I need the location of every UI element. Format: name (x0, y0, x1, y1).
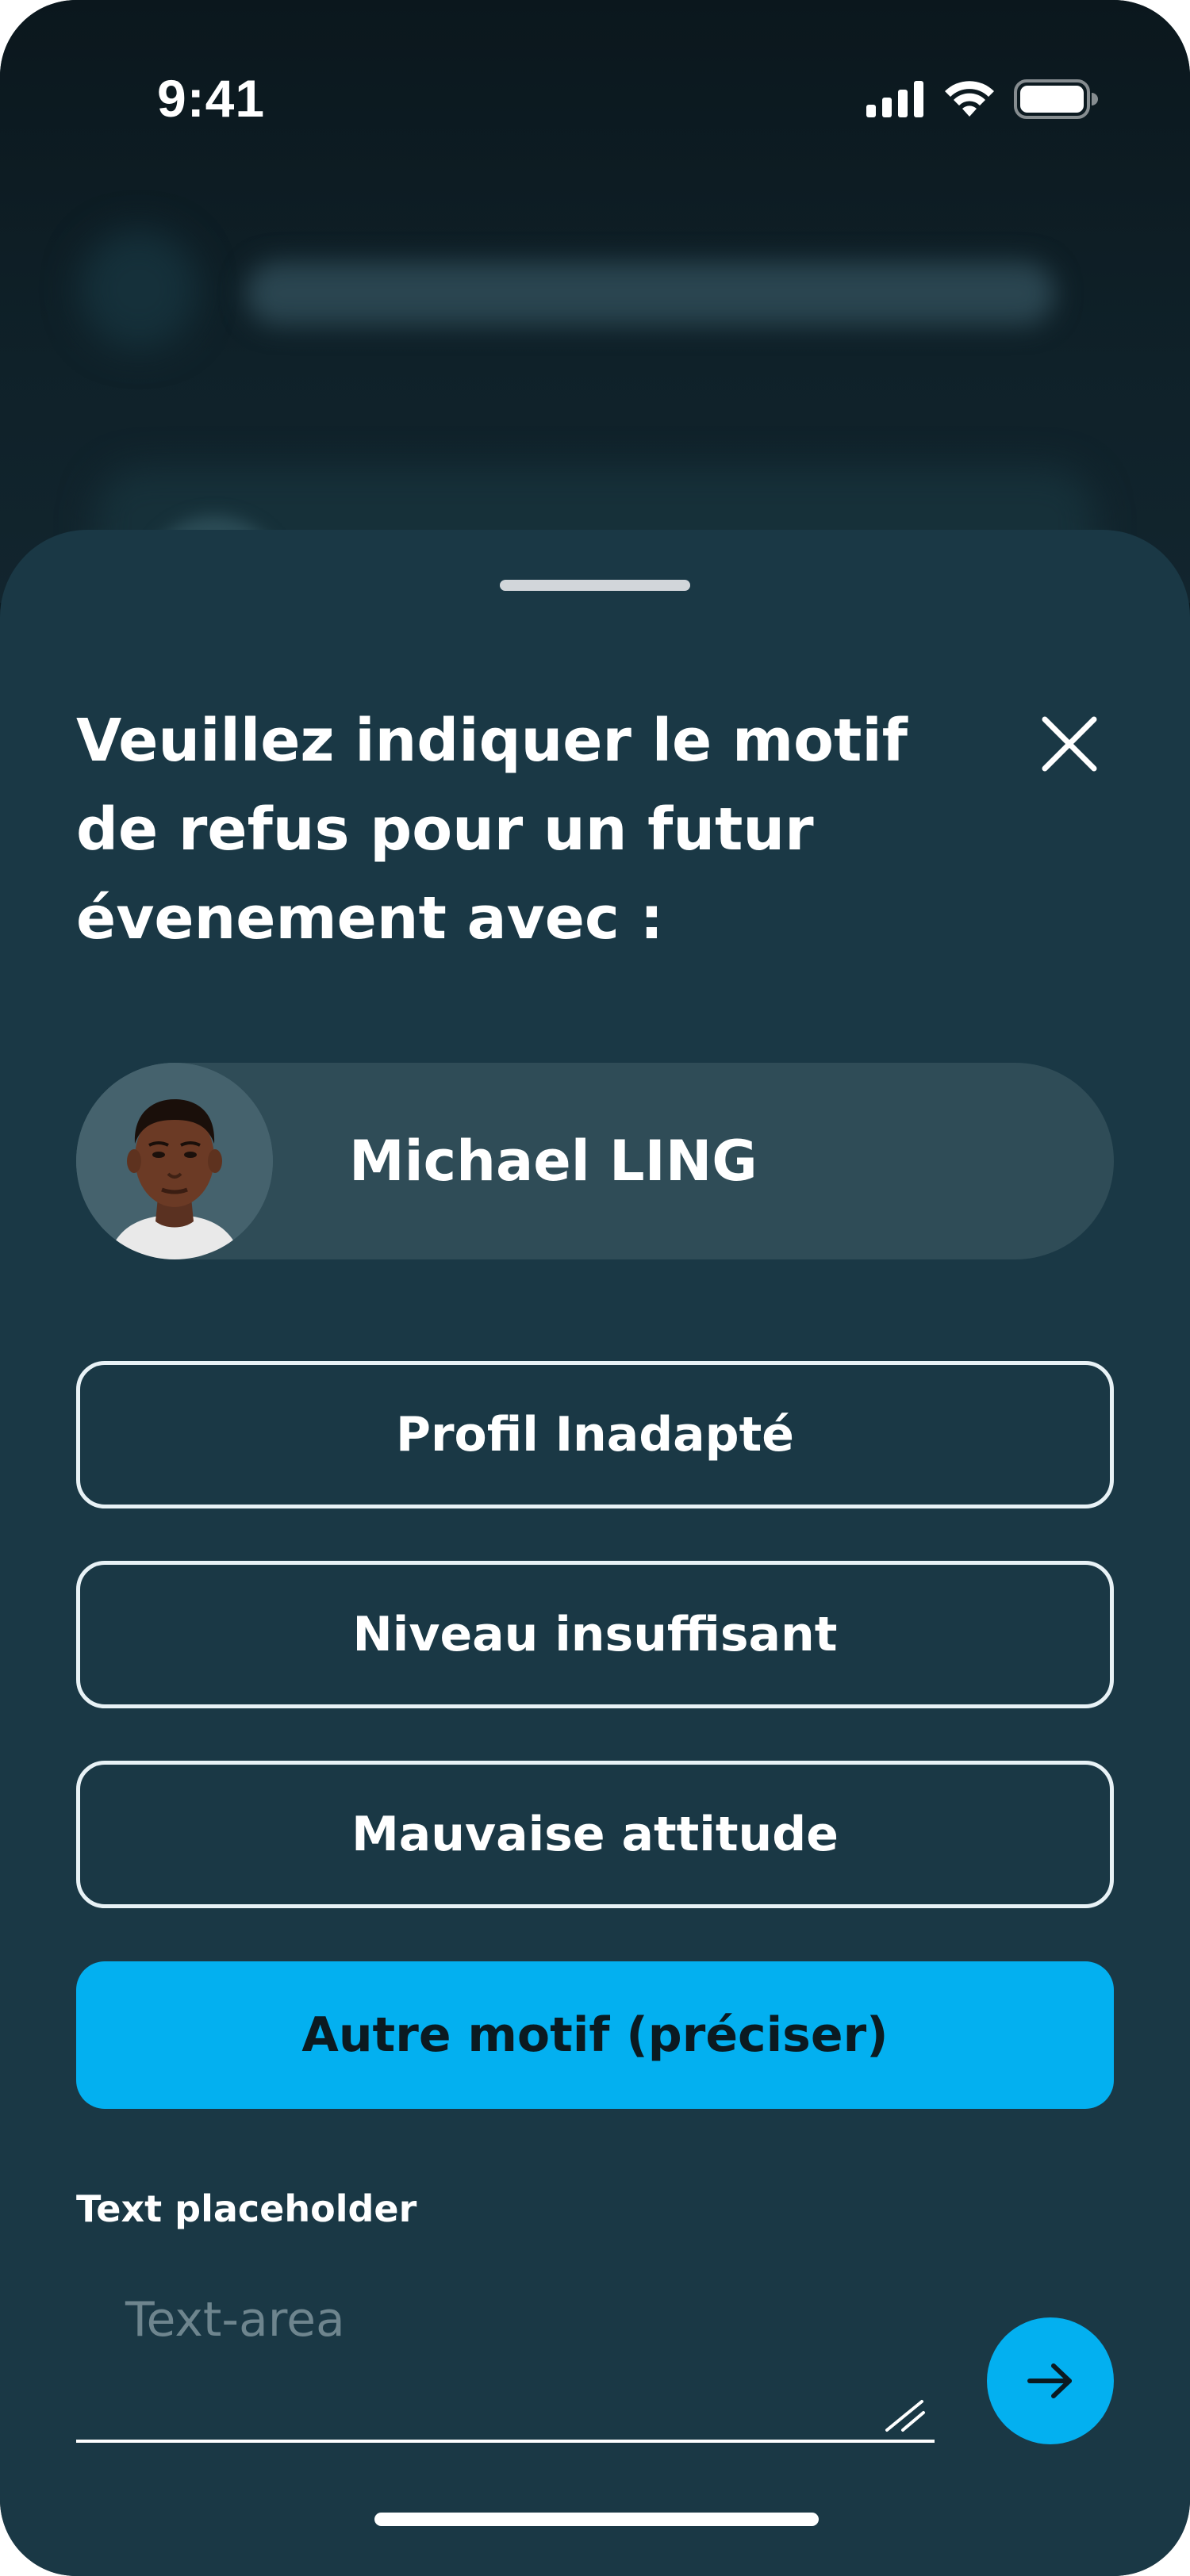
comment-label: Text placeholder (76, 2187, 417, 2230)
avatar (76, 1063, 273, 1259)
player-name: Michael LING (349, 1129, 758, 1194)
battery-icon (1014, 79, 1098, 119)
comment-textarea[interactable] (76, 2259, 935, 2440)
person-portrait-icon (76, 1063, 273, 1259)
phone-screen: 9:41 Veuillez indiquer le motif de refus… (0, 0, 1190, 2576)
sheet-grabber[interactable] (500, 580, 690, 591)
reason-button-mauvaise-attitude[interactable]: Mauvaise attitude (76, 1761, 1114, 1908)
close-icon (1042, 716, 1097, 772)
sheet-title: Veuillez indiquer le motif de refus pour… (76, 707, 908, 953)
cellular-signal-icon (866, 81, 923, 117)
send-button[interactable] (987, 2317, 1114, 2444)
status-icons (866, 79, 1098, 119)
blurred-title (246, 262, 1055, 325)
reason-button-profil-inadapte[interactable]: Profil Inadapté (76, 1361, 1114, 1508)
status-bar: 9:41 (0, 0, 1190, 143)
status-time: 9:41 (157, 69, 266, 128)
reason-button-autre-motif[interactable]: Autre motif (préciser) (76, 1961, 1114, 2109)
comment-field-wrapper (76, 2259, 935, 2443)
close-button[interactable] (1031, 706, 1107, 782)
refusal-bottom-sheet: Veuillez indiquer le motif de refus pour… (0, 530, 1190, 2576)
reason-button-niveau-insuffisant[interactable]: Niveau insuffisant (76, 1561, 1114, 1708)
blurred-avatar (79, 230, 198, 349)
home-indicator[interactable] (374, 2513, 819, 2526)
wifi-icon (945, 81, 994, 117)
arrow-right-icon (1027, 2363, 1072, 2398)
player-card: Michael LING (76, 1063, 1114, 1259)
resize-handle-icon[interactable] (882, 2397, 927, 2435)
